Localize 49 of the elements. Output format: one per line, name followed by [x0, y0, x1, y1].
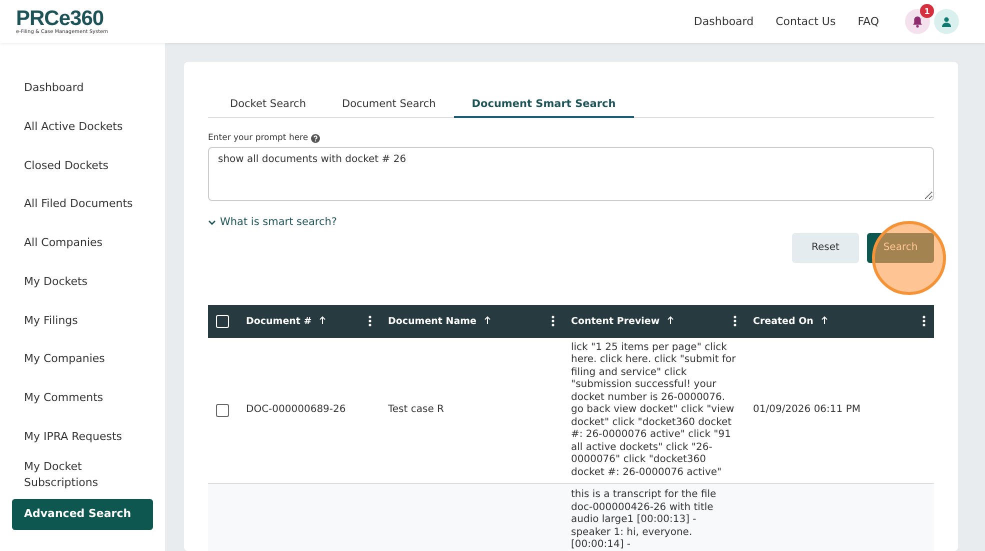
sidebar-item[interactable]: All Active Dockets	[12, 108, 153, 146]
help-link[interactable]: What is smart search?	[208, 216, 338, 228]
sort-arrow-icon[interactable]	[820, 316, 828, 324]
sidebar-item[interactable]: My Filings	[12, 301, 153, 340]
select-all-checkbox[interactable]	[216, 314, 229, 328]
table-cell: this is a transcript for the file doc-000000426-26 with title audio large1 [00:00:13] - speaker 1: hi, everyone. [00:00:14] -	[571, 489, 716, 550]
column-header[interactable]: Document #	[246, 316, 326, 326]
help-icon[interactable]	[311, 134, 320, 142]
nav-link[interactable]: Dashboard	[694, 15, 754, 28]
prompt-label: Enter your prompt here	[208, 133, 308, 143]
sidebar-item[interactable]: My Companies	[12, 340, 153, 378]
nav-link[interactable]: Contact Us	[776, 15, 836, 28]
sort-arrow-icon[interactable]	[666, 316, 674, 324]
sort-arrow-icon[interactable]	[319, 316, 326, 324]
more-icon[interactable]	[922, 315, 926, 327]
sidebar-item[interactable]: Advanced Search	[12, 498, 153, 530]
sidebar-item[interactable]: My Dockets	[12, 262, 153, 302]
user-icon	[941, 16, 952, 26]
reset-button[interactable]: Reset	[792, 232, 859, 262]
sidebar-item[interactable]: Closed Dockets	[12, 146, 153, 186]
table-cell: lick "1 25 items per page" click here. click here. click "submit for filing and service" click "submission successful! your docket number is 26-0000076. go back view docket" click "view docket" click "docket360 docket #: 26-0000076 active" click "91 all active dockets" click "26-0000076" click "docket360 docket #: 26-0000076 active"	[571, 342, 736, 478]
user-button[interactable]	[934, 9, 959, 34]
notifications-button[interactable]	[905, 9, 930, 34]
tab[interactable]: Docket Search	[212, 90, 324, 118]
nav-link[interactable]: FAQ	[858, 15, 879, 28]
column-header[interactable]: Content Preview	[571, 316, 674, 326]
table-cell: Test case R	[388, 404, 444, 415]
sidebar-item[interactable]: All Companies	[12, 224, 153, 262]
logo[interactable]: PRCe360	[16, 8, 108, 29]
row-checkbox[interactable]	[216, 404, 229, 417]
sort-arrow-icon[interactable]	[484, 316, 491, 324]
sidebar-item[interactable]: My Comments	[12, 378, 153, 418]
sidebar-item[interactable]: Dashboard	[12, 69, 153, 108]
sidebar-item[interactable]: All Filed Documents	[12, 185, 153, 224]
tab[interactable]: Document Smart Search	[454, 90, 634, 118]
more-icon[interactable]	[551, 315, 555, 327]
sidebar-item[interactable]: My IPRA Requests	[12, 417, 153, 456]
notification-badge: 1	[920, 4, 934, 18]
tab[interactable]: Document Search	[324, 90, 454, 118]
column-header[interactable]: Created On	[753, 316, 828, 326]
prompt-field[interactable]: show all documents with docket # 26	[208, 147, 934, 201]
table-cell: DOC-000000689-26	[246, 404, 346, 415]
more-icon[interactable]	[368, 315, 372, 327]
table-cell: 01/09/2026 06:11 PM	[753, 404, 860, 415]
bell-icon	[912, 16, 923, 28]
column-header[interactable]: Document Name	[388, 316, 491, 326]
more-icon[interactable]	[733, 315, 737, 327]
sidebar-item[interactable]: My Docket Subscriptions	[12, 456, 153, 495]
chevron-down-icon	[208, 220, 216, 224]
